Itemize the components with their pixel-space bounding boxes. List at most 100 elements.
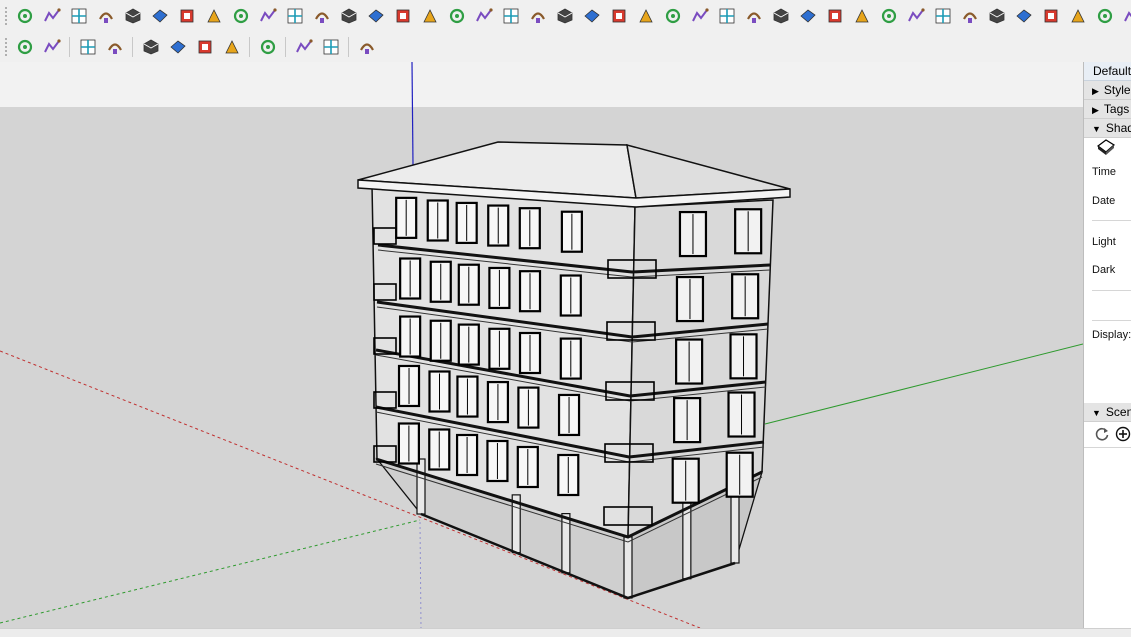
tape-measure-button[interactable] [94, 4, 118, 28]
toolbar-grip[interactable] [4, 37, 8, 57]
toolbar-separator [69, 37, 70, 57]
plugin-tools-icon [358, 38, 376, 56]
tree-button[interactable] [139, 35, 163, 59]
scenes-panel-label: Scenes [1106, 405, 1131, 419]
three-point-arc-button[interactable] [499, 4, 523, 28]
protractor-button[interactable] [742, 4, 766, 28]
look-around-button[interactable] [904, 4, 928, 28]
paint-bucket-button[interactable] [40, 4, 64, 28]
solid-intersect-icon [988, 7, 1006, 25]
model-canvas[interactable] [0, 62, 1083, 628]
previous-view-icon [259, 7, 277, 25]
toolbar-separator [249, 37, 250, 57]
divider [1092, 220, 1131, 221]
add-scene-button[interactable] [1115, 426, 1131, 442]
protractor-icon [745, 7, 763, 25]
checker-button[interactable] [193, 35, 217, 59]
pie-button[interactable] [526, 4, 550, 28]
solid-union-button[interactable] [958, 4, 982, 28]
walk-button[interactable] [877, 4, 901, 28]
arc-button[interactable] [445, 4, 469, 28]
settings-icon [259, 38, 277, 56]
position-camera-button[interactable] [931, 4, 955, 28]
refresh-button[interactable] [40, 35, 64, 59]
previous-view-button[interactable] [256, 4, 280, 28]
scale-button[interactable] [661, 4, 685, 28]
extension-warehouse-button[interactable] [13, 35, 37, 59]
rectangle-button[interactable] [337, 4, 361, 28]
solid-intersect-button[interactable] [985, 4, 1009, 28]
zoom-extents-icon [232, 7, 250, 25]
cloud-upload-button[interactable] [220, 35, 244, 59]
outer-shell-button[interactable] [1093, 4, 1117, 28]
solid-union-icon [961, 7, 979, 25]
solid-split-icon [1069, 7, 1087, 25]
look-around-icon [907, 7, 925, 25]
zoom-extents-button[interactable] [229, 4, 253, 28]
zoom-button[interactable] [202, 4, 226, 28]
dimensions-button[interactable] [715, 4, 739, 28]
3d-text-icon [826, 7, 844, 25]
cloud-upload-icon [223, 38, 241, 56]
push-pull-button[interactable] [580, 4, 604, 28]
tape-measure-icon [97, 7, 115, 25]
expand-arrow-icon: ▶ [1092, 86, 1099, 96]
message-icon [295, 38, 313, 56]
toolbar-separator [132, 37, 133, 57]
scenes-panel-header[interactable]: ▼Scenes [1084, 403, 1131, 422]
make-component-icon [124, 7, 142, 25]
rotate-button[interactable] [607, 4, 631, 28]
move-button[interactable] [553, 4, 577, 28]
polygon-icon [421, 7, 439, 25]
update-scene-button[interactable] [1094, 426, 1110, 442]
axes-button[interactable] [796, 4, 820, 28]
orbit-button[interactable] [148, 4, 172, 28]
freehand-button[interactable] [310, 4, 334, 28]
follow-me-button[interactable] [634, 4, 658, 28]
message-button[interactable] [292, 35, 316, 59]
eraser-button[interactable] [67, 4, 91, 28]
plugin-tools-button[interactable] [355, 35, 379, 59]
polygon-button[interactable] [418, 4, 442, 28]
shadows-panel-header[interactable]: ▼Shadows [1084, 119, 1131, 138]
section-plane-button[interactable] [850, 4, 874, 28]
two-point-arc-icon [475, 7, 493, 25]
two-point-arc-button[interactable] [472, 4, 496, 28]
zoom-icon [205, 7, 223, 25]
extension-warehouse-icon [16, 38, 34, 56]
toolbar-row-1 [0, 0, 1131, 32]
line-tool-button[interactable] [283, 4, 307, 28]
refresh-icon [1094, 426, 1110, 442]
solid-split-button[interactable] [1066, 4, 1090, 28]
solid-subtract-button[interactable] [1012, 4, 1036, 28]
make-component-button[interactable] [121, 4, 145, 28]
shadow-toggle-button[interactable] [166, 35, 190, 59]
offset-button[interactable] [688, 4, 712, 28]
rectangle-icon [340, 7, 358, 25]
divider [1092, 320, 1131, 321]
text-button[interactable] [769, 4, 793, 28]
rotated-rectangle-button[interactable] [364, 4, 388, 28]
styles-panel-header[interactable]: ▶Styles [1084, 81, 1131, 100]
solid-trim-button[interactable] [1039, 4, 1063, 28]
settings-button[interactable] [256, 35, 280, 59]
shadows-panel-label: Shadows [1106, 121, 1131, 135]
tags-panel-header[interactable]: ▶Tags [1084, 100, 1131, 119]
select-tool-button[interactable] [13, 4, 37, 28]
info-button[interactable] [319, 35, 343, 59]
pan-button[interactable] [175, 4, 199, 28]
paint-bucket-icon [43, 7, 61, 25]
offset-icon [691, 7, 709, 25]
3d-text-button[interactable] [823, 4, 847, 28]
camera-button[interactable] [76, 35, 100, 59]
toolbar-grip[interactable] [4, 6, 8, 26]
solid-trim-icon [1042, 7, 1060, 25]
sandbox-smoove-button[interactable] [1120, 4, 1131, 28]
add-location-button[interactable] [103, 35, 127, 59]
circle-button[interactable] [391, 4, 415, 28]
modeling-viewport[interactable] [0, 62, 1083, 628]
circle-icon [394, 7, 412, 25]
shadows-toggle-button[interactable] [1096, 138, 1116, 156]
shadow-toggle-icon [1096, 138, 1116, 156]
tags-panel-label: Tags [1104, 102, 1129, 116]
